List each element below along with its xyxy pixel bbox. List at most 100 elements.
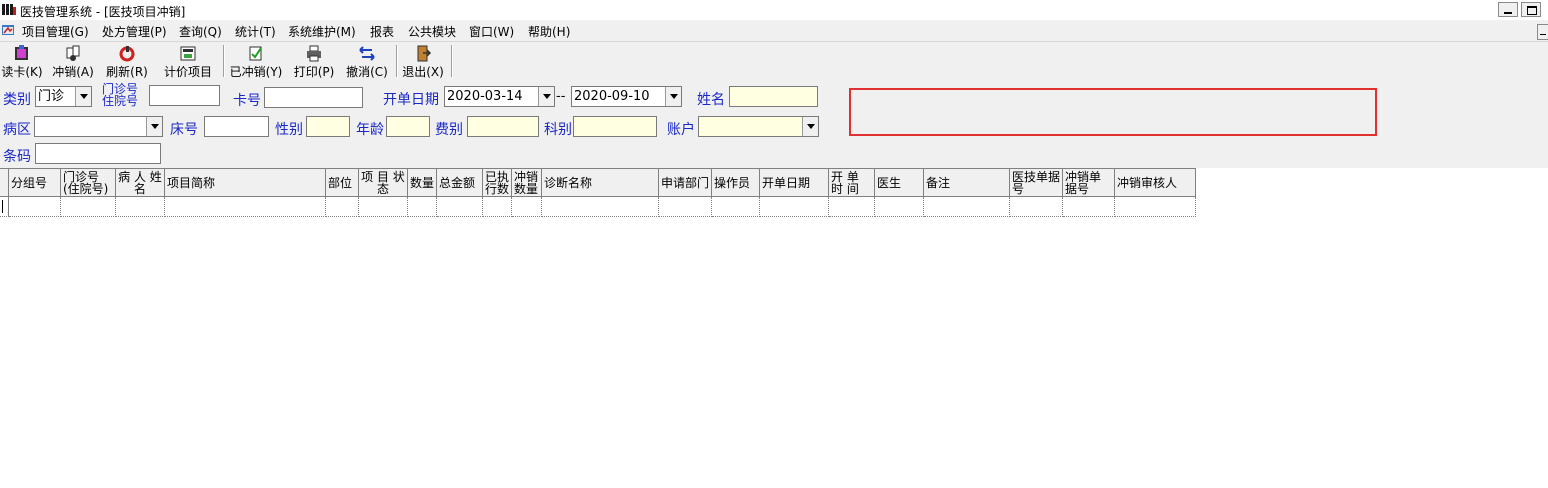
table-cell[interactable] — [875, 197, 924, 217]
chevron-down-icon[interactable] — [665, 87, 681, 106]
table-cell[interactable] — [326, 197, 359, 217]
column-header[interactable]: 冲销单据号 — [1063, 168, 1115, 197]
column-header[interactable]: 总金额 — [437, 168, 483, 197]
table-cell[interactable] — [61, 197, 116, 217]
column-header[interactable]: 部位 — [326, 168, 359, 197]
column-header[interactable]: 项目简称 — [165, 168, 326, 197]
table-cell[interactable] — [760, 197, 829, 217]
table-cell[interactable] — [829, 197, 875, 217]
ward-label: 病区 — [3, 122, 31, 138]
minimize-button[interactable] — [1498, 2, 1518, 17]
menu-item-public[interactable]: 公共模块 — [408, 23, 456, 40]
menu-item-maintenance[interactable]: 系统维护(M) — [288, 23, 356, 40]
writeoff-icon — [66, 45, 80, 61]
menu-item-query[interactable]: 查询(Q) — [179, 23, 222, 40]
date-to-picker[interactable]: 2020-09-10 — [571, 86, 682, 107]
column-header[interactable]: 冲销审核人 — [1115, 168, 1196, 197]
dept-field[interactable] — [573, 116, 657, 137]
card-reader-icon — [15, 45, 28, 60]
menu-item-report[interactable]: 报表 — [370, 23, 394, 40]
column-header[interactable]: 分组号 — [9, 168, 61, 197]
restore-button[interactable] — [1521, 2, 1541, 17]
window-title: 医技管理系统 - [医技项目冲销] — [20, 5, 186, 19]
date-from-picker[interactable]: 2020-03-14 — [444, 86, 555, 107]
toolbar-separator — [396, 45, 398, 77]
fee-type-label: 费别 — [435, 122, 463, 138]
column-header[interactable]: 医技单据号 — [1010, 168, 1063, 197]
name-label: 姓名 — [697, 92, 725, 108]
menu-item-project[interactable]: 项目管理(G) — [22, 23, 89, 40]
account-select[interactable] — [698, 116, 819, 137]
table-cell[interactable] — [924, 197, 1010, 217]
undo-button[interactable]: 撤消(C) — [344, 45, 390, 79]
mdi-minimize-button[interactable] — [1537, 24, 1548, 40]
ward-select[interactable] — [34, 116, 163, 137]
column-header[interactable]: 已执行数 — [483, 168, 512, 197]
table-cell[interactable] — [1063, 197, 1115, 217]
gender-field[interactable] — [306, 116, 350, 137]
column-header[interactable]: 冲销数量 — [512, 168, 542, 197]
print-button[interactable]: 打印(P) — [291, 45, 337, 79]
column-header[interactable]: 项 目 状 态 — [359, 168, 408, 197]
name-field[interactable] — [729, 86, 818, 107]
column-header[interactable]: 医生 — [875, 168, 924, 197]
barcode-input[interactable] — [35, 143, 161, 164]
row-indicator[interactable] — [0, 197, 9, 217]
chevron-down-icon[interactable] — [75, 87, 91, 106]
column-header[interactable]: 门诊号(住院号) — [61, 168, 116, 197]
order-date-label: 开单日期 — [383, 92, 439, 108]
column-header[interactable]: 开单日期 — [760, 168, 829, 197]
table-cell[interactable] — [437, 197, 483, 217]
table-cell[interactable] — [659, 197, 712, 217]
column-header[interactable]: 备注 — [924, 168, 1010, 197]
age-label: 年龄 — [356, 122, 384, 138]
chevron-down-icon[interactable] — [146, 117, 162, 136]
column-header[interactable]: 开 单 时 间 — [829, 168, 875, 197]
mdi-child-icon — [2, 25, 14, 35]
table-cell[interactable] — [712, 197, 760, 217]
table-cell[interactable] — [165, 197, 326, 217]
fee-type-field[interactable] — [467, 116, 539, 137]
refresh-button[interactable]: 刷新(R) — [104, 45, 150, 79]
chevron-down-icon[interactable] — [802, 117, 818, 136]
column-header[interactable]: 申请部门 — [659, 168, 712, 197]
outpatient-no-input[interactable] — [149, 85, 220, 106]
restore-icon — [1527, 6, 1537, 15]
card-no-input[interactable] — [264, 87, 363, 108]
table-cell[interactable] — [359, 197, 408, 217]
card-no-label: 卡号 — [233, 93, 261, 109]
printer-icon — [307, 45, 321, 62]
dept-label: 科别 — [544, 122, 572, 138]
menu-item-prescription[interactable]: 处方管理(P) — [102, 23, 167, 40]
exit-button[interactable]: 退出(X) — [400, 45, 446, 79]
bed-no-input[interactable] — [204, 116, 269, 137]
menu-item-stats[interactable]: 统计(T) — [235, 23, 276, 40]
column-header[interactable]: 操作员 — [712, 168, 760, 197]
toolbar-separator — [451, 45, 453, 77]
table-cell[interactable] — [408, 197, 437, 217]
barcode-label: 条码 — [3, 149, 31, 165]
table-cell[interactable] — [1010, 197, 1063, 217]
date-from-value: 2020-03-14 — [447, 89, 523, 104]
read-card-button[interactable]: 读卡(K) — [0, 45, 44, 79]
chevron-down-icon[interactable] — [538, 87, 554, 106]
writeoff-button[interactable]: 冲销(A) — [50, 45, 96, 79]
table-cell[interactable] — [483, 197, 512, 217]
menu-item-help[interactable]: 帮助(H) — [528, 23, 570, 40]
menu-item-window[interactable]: 窗口(W) — [469, 23, 514, 40]
table-cell[interactable] — [9, 197, 61, 217]
category-value: 门诊 — [38, 89, 65, 104]
table-cell[interactable] — [542, 197, 659, 217]
pricing-items-button[interactable]: 计价项目 — [160, 45, 216, 79]
column-header[interactable]: 数量 — [408, 168, 437, 197]
column-header[interactable]: 病 人 姓 名 — [116, 168, 165, 197]
written-off-button[interactable]: 已冲销(Y) — [227, 45, 285, 79]
writeoff-label: 冲销(A) — [52, 65, 94, 79]
age-field[interactable] — [386, 116, 430, 137]
column-header[interactable]: 诊断名称 — [542, 168, 659, 197]
table-cell[interactable] — [1115, 197, 1196, 217]
category-select[interactable]: 门诊 — [35, 86, 92, 107]
table-cell[interactable] — [116, 197, 165, 217]
menu-bar — [0, 20, 1548, 41]
table-cell[interactable] — [512, 197, 542, 217]
